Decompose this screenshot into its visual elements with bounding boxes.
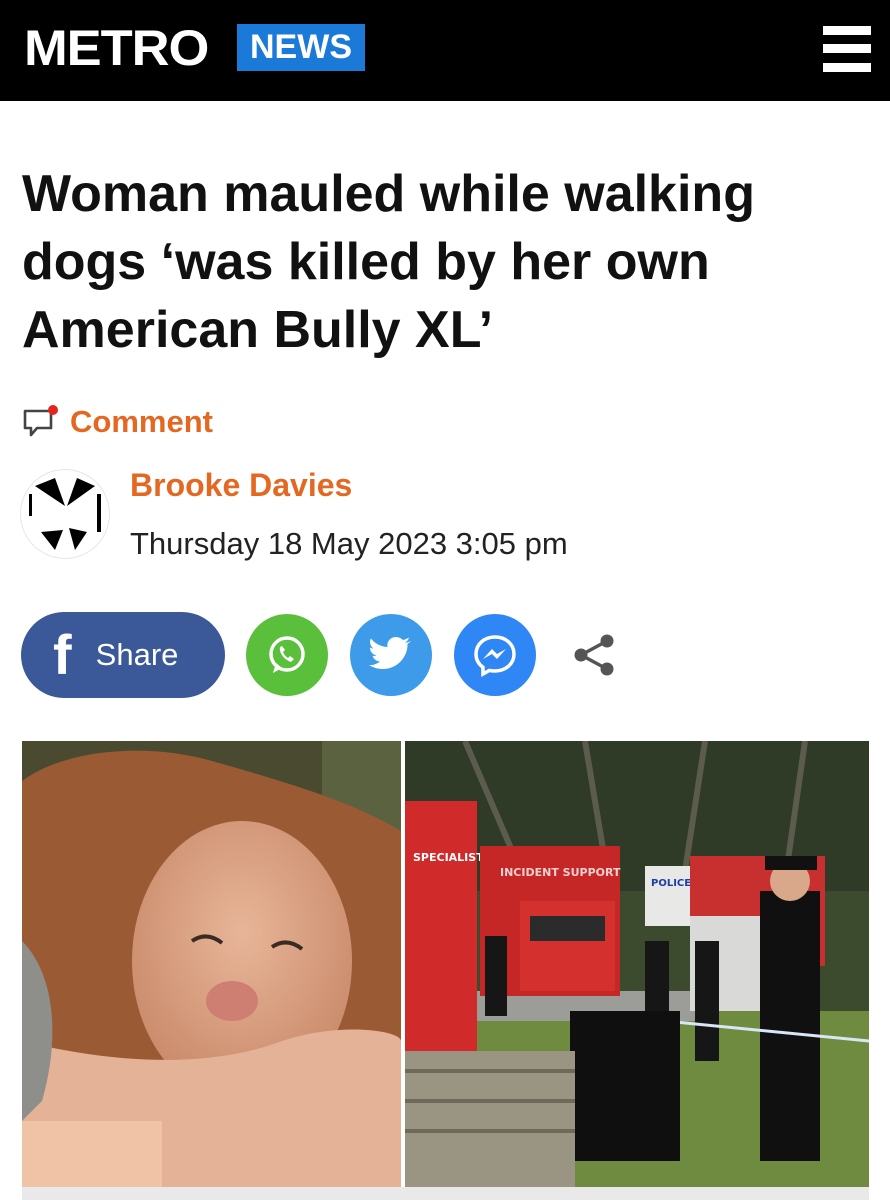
share-icon <box>574 634 614 676</box>
publish-date: Thursday 18 May 2023 3:05 pm <box>130 526 568 561</box>
author-name[interactable]: Brooke Davies <box>130 463 352 507</box>
facebook-icon: f <box>53 623 72 686</box>
whatsapp-share-button[interactable] <box>246 614 328 696</box>
hamburger-menu-icon[interactable] <box>823 26 871 72</box>
section-tag-news[interactable]: NEWS <box>237 24 365 71</box>
author-avatar[interactable] <box>21 470 109 558</box>
twitter-share-button[interactable] <box>350 614 432 696</box>
metro-m-logo-icon <box>29 478 101 550</box>
van-top-text: INCIDENT SUPPORT <box>500 866 621 879</box>
top-navigation-bar: METRO NEWS <box>0 0 890 101</box>
whatsapp-icon <box>269 636 305 673</box>
comment-icon <box>23 405 58 437</box>
woman-photo[interactable] <box>22 741 401 1187</box>
police-scene-illustration: SPECIALIST RESCUE INCIDENT SUPPORT POLIC… <box>405 741 869 1187</box>
metro-logo[interactable]: METRO <box>24 20 209 76</box>
image-caption-strip <box>22 1187 869 1200</box>
messenger-share-button[interactable] <box>454 614 536 696</box>
article-headline: Woman mauled while walking dogs ‘was kil… <box>22 165 755 359</box>
comment-link[interactable]: Comment <box>22 398 213 446</box>
police-van-text: POLICE <box>651 878 691 889</box>
generic-share-button[interactable] <box>572 632 616 683</box>
messenger-icon <box>474 635 516 677</box>
facebook-share-label: Share <box>95 637 179 672</box>
twitter-icon <box>369 637 411 669</box>
facebook-share-button[interactable]: f Share <box>21 612 225 698</box>
comment-label[interactable]: Comment <box>70 404 213 440</box>
woman-photo-illustration <box>22 741 401 1187</box>
police-scene-photo[interactable]: SPECIALIST RESCUE INCIDENT SUPPORT POLIC… <box>405 741 869 1187</box>
